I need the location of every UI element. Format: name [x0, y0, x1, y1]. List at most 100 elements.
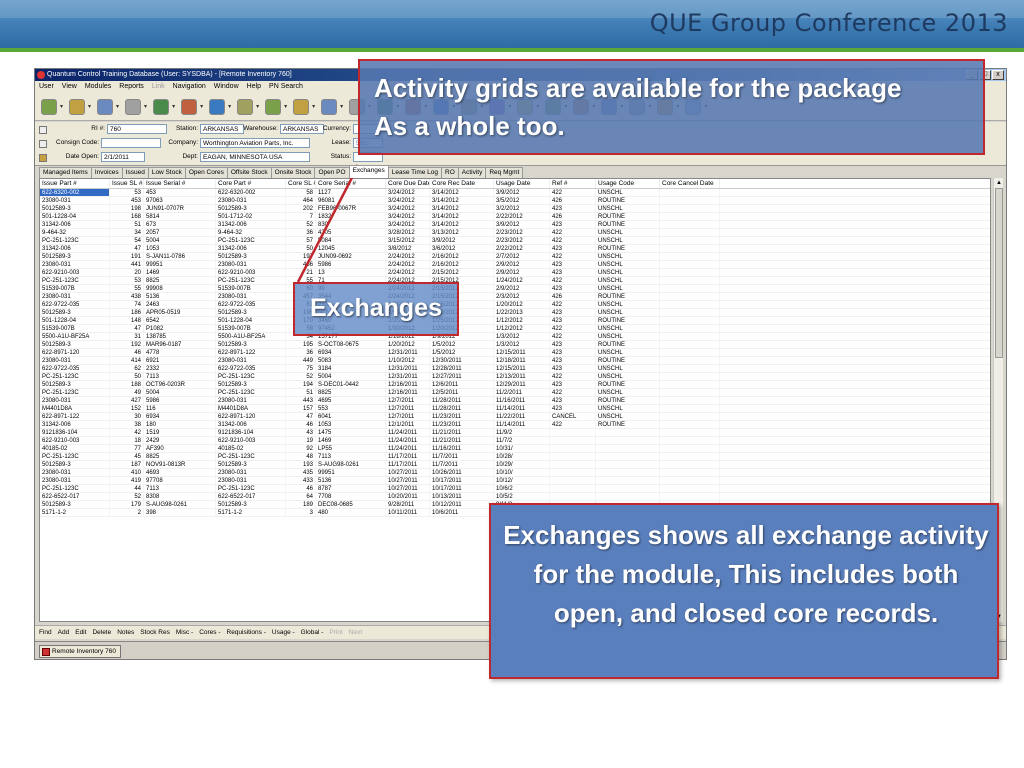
column-header[interactable]: Core SL #: [286, 179, 316, 188]
tab-open-cores[interactable]: Open Cores: [184, 167, 228, 178]
column-header[interactable]: Core Serial #: [316, 179, 386, 188]
toolbar-module-icon[interactable]: [293, 98, 310, 115]
action-find-button[interactable]: Find: [39, 629, 52, 636]
column-header[interactable]: Core Due Date: [386, 179, 430, 188]
action-edit-button[interactable]: Edit: [75, 629, 86, 636]
table-row[interactable]: 31342-006 51 673 31342-006 52 830 3/24/2012 3/1…: [40, 221, 990, 229]
action-cores-button[interactable]: Cores -: [199, 629, 220, 636]
toolbar-module-icon[interactable]: [265, 98, 282, 115]
table-row[interactable]: M4401D8A 152 116 M4401D8A 157 553 12/7/2011 11/…: [40, 405, 990, 413]
taskbar-remote-inventory[interactable]: Remote Inventory 760: [39, 645, 121, 658]
toolbar-dropdown-icon[interactable]: ▾: [200, 103, 203, 110]
table-row[interactable]: 5012589-3 187 NOV91-0813R 5012589-3 193 S-AUG…: [40, 461, 990, 469]
table-row[interactable]: 622-9210-003 20 1469 622-9210-003 21 13 2/24/2…: [40, 269, 990, 277]
table-row[interactable]: 23080-031 419 97708 23080-031 433 5136 10/27/2…: [40, 477, 990, 485]
station-field[interactable]: ARKANSAS: [200, 124, 244, 134]
table-row[interactable]: 622-9210-003 18 2429 622-9210-003 19 1469 11/2…: [40, 437, 990, 445]
date-open-field[interactable]: 2/1/2011: [101, 152, 145, 162]
column-header[interactable]: Core Rec Date: [430, 179, 494, 188]
column-header[interactable]: Core Part #: [216, 179, 286, 188]
table-row[interactable]: 31342-006 47 1053 31342-006 50 12045 3/8/2012 3…: [40, 245, 990, 253]
table-row[interactable]: PC-251-123C 53 8825 PC-251-123C 55 71 2/24/201…: [40, 277, 990, 285]
column-header[interactable]: Usage Code: [596, 179, 660, 188]
menu-help[interactable]: Help: [247, 81, 261, 93]
action-delete-button[interactable]: Delete: [92, 629, 111, 636]
action-add-button[interactable]: Add: [58, 629, 70, 636]
toolbar-module-icon[interactable]: [97, 98, 114, 115]
warehouse-field[interactable]: ARKANSAS: [280, 124, 324, 134]
table-row[interactable]: 501-1228-041486542501-1228-0417034602/2/…: [40, 317, 990, 325]
column-header[interactable]: Issue SL #: [110, 179, 144, 188]
action-stock-res-button[interactable]: Stock Res: [140, 629, 170, 636]
toolbar-module-icon[interactable]: [153, 98, 170, 115]
toolbar-dropdown-icon[interactable]: ▾: [116, 103, 119, 110]
table-row[interactable]: 23080-031 441 99951 23080-031 456 5986 2/24/20…: [40, 261, 990, 269]
table-row[interactable]: PC-251-123C 45 8825 PC-251-123C 48 7113 11/17/…: [40, 453, 990, 461]
close-button[interactable]: x: [992, 70, 1004, 80]
table-row[interactable]: 51539-007B47P108251539-007B58974521/30/2…: [40, 325, 990, 333]
action-misc-button[interactable]: Misc -: [176, 629, 193, 636]
tab-activity[interactable]: Activity: [457, 167, 487, 178]
menu-navigation[interactable]: Navigation: [173, 81, 206, 93]
column-header[interactable]: Usage Date: [494, 179, 550, 188]
toolbar-dropdown-icon[interactable]: ▾: [172, 103, 175, 110]
tab-onsite-stock[interactable]: Onsite Stock: [270, 167, 316, 178]
table-row[interactable]: 5012589-3 192 MAR96-0187 5012589-3 195 S-OCT0…: [40, 341, 990, 349]
ri-field[interactable]: 760: [107, 124, 167, 134]
table-row[interactable]: 501-1228-04 168 5814 501-1712-02 7 1832 3/24/2…: [40, 213, 990, 221]
action-requisitions-button[interactable]: Requisitions -: [227, 629, 266, 636]
table-row[interactable]: 31342-006 38 180 31342-006 46 1053 12/1/2011 11…: [40, 421, 990, 429]
menu-window[interactable]: Window: [214, 81, 239, 93]
menu-user[interactable]: User: [39, 81, 54, 93]
toolbar-dropdown-icon[interactable]: ▾: [284, 103, 287, 110]
tab-lease-time-log[interactable]: Lease Time Log: [387, 167, 443, 178]
table-row[interactable]: PC-251-123C 49 5004 PC-251-123C 51 8825 12/16/…: [40, 389, 990, 397]
toolbar-dropdown-icon[interactable]: ▾: [60, 103, 63, 110]
tab-req-mgmt[interactable]: Req Mgmt: [485, 167, 524, 178]
table-row[interactable]: 622-6522-017 52 8308 622-6522-017 64 7708 10/2…: [40, 493, 990, 501]
menu-reports[interactable]: Reports: [119, 81, 144, 93]
table-row[interactable]: 622-9722-035 62 2332 622-9722-035 75 3184 12/3…: [40, 365, 990, 373]
table-row[interactable]: 5012589-3186APR05-05195012589-3196NOV91-…: [40, 309, 990, 317]
table-row[interactable]: 23080-031 427 5986 23080-031 443 4695 12/7/201…: [40, 397, 990, 405]
toolbar-module-icon[interactable]: [237, 98, 254, 115]
toolbar-dropdown-icon[interactable]: ▾: [88, 103, 91, 110]
table-row[interactable]: 23080-031 414 6921 23080-031 449 5083 1/10/201…: [40, 357, 990, 365]
toolbar-module-icon[interactable]: [181, 98, 198, 115]
column-header[interactable]: Issue Part #: [40, 179, 110, 188]
table-row[interactable]: 5500-A1U-BF25A 31 138785 5500-A1U-BF25A 34 15…: [40, 333, 990, 341]
action-notes-button[interactable]: Notes: [117, 629, 134, 636]
tab-invoices[interactable]: Invoices: [90, 167, 123, 178]
dept-field[interactable]: EAGAN, MINNESOTA USA: [200, 152, 310, 162]
table-row[interactable]: 51539-007B559990851539-007B60992/24/2012…: [40, 285, 990, 293]
toolbar-dropdown-icon[interactable]: ▾: [312, 103, 315, 110]
scroll-thumb[interactable]: [995, 188, 1003, 358]
table-row[interactable]: PC-251-123C 50 7113 PC-251-123C 52 5004 12/31/…: [40, 373, 990, 381]
toolbar-module-icon[interactable]: [321, 98, 338, 115]
toolbar-module-icon[interactable]: [41, 98, 57, 115]
table-row[interactable]: 9121836-104 42 1519 9121836-104 43 1475 11/24/…: [40, 429, 990, 437]
table-row[interactable]: 622-8971-120 46 4778 622-8971-122 36 6934 12/3…: [40, 349, 990, 357]
table-row[interactable]: 5012589-3 198 JUN91-0707R 5012589-3 202 FEB96…: [40, 205, 990, 213]
table-row[interactable]: 23080-031 410 4693 23080-031 435 99951 10/27/2…: [40, 469, 990, 477]
scroll-up-icon[interactable]: ▲: [994, 178, 1004, 188]
toolbar-dropdown-icon[interactable]: ▾: [340, 103, 343, 110]
table-row[interactable]: 622-6320-002 53 453 622-6320-002 58 1127 3/24/…: [40, 189, 990, 197]
column-header[interactable]: Ref #: [550, 179, 596, 188]
table-row[interactable]: PC-251-123C 54 5004 PC-251-123C 57 5084 3/15/2…: [40, 237, 990, 245]
toolbar-dropdown-icon[interactable]: ▾: [256, 103, 259, 110]
toolbar-dropdown-icon[interactable]: ▾: [144, 103, 147, 110]
toolbar-module-icon[interactable]: [209, 98, 226, 115]
table-row[interactable]: 23080-031438513623080-03145735442/24/201…: [40, 293, 990, 301]
menu-view[interactable]: View: [62, 81, 77, 93]
action-next-button[interactable]: Next: [349, 629, 362, 636]
column-header[interactable]: Issue Serial #: [144, 179, 216, 188]
menu-pn-search[interactable]: PN Search: [269, 81, 303, 93]
menu-modules[interactable]: Modules: [85, 81, 111, 93]
column-header[interactable]: Core Cancel Date: [660, 179, 720, 188]
table-row[interactable]: 622-8971-122 30 6934 622-8971-120 47 6041 12/7…: [40, 413, 990, 421]
toolbar-module-icon[interactable]: [125, 98, 142, 115]
table-row[interactable]: 9-464-32 34 2057 9-464-32 36 4305 3/28/2012 3/1…: [40, 229, 990, 237]
table-row[interactable]: 622-9722-035742463622-9722-0358123322/9/…: [40, 301, 990, 309]
tab-offsite-stock[interactable]: Offsite Stock: [226, 167, 272, 178]
